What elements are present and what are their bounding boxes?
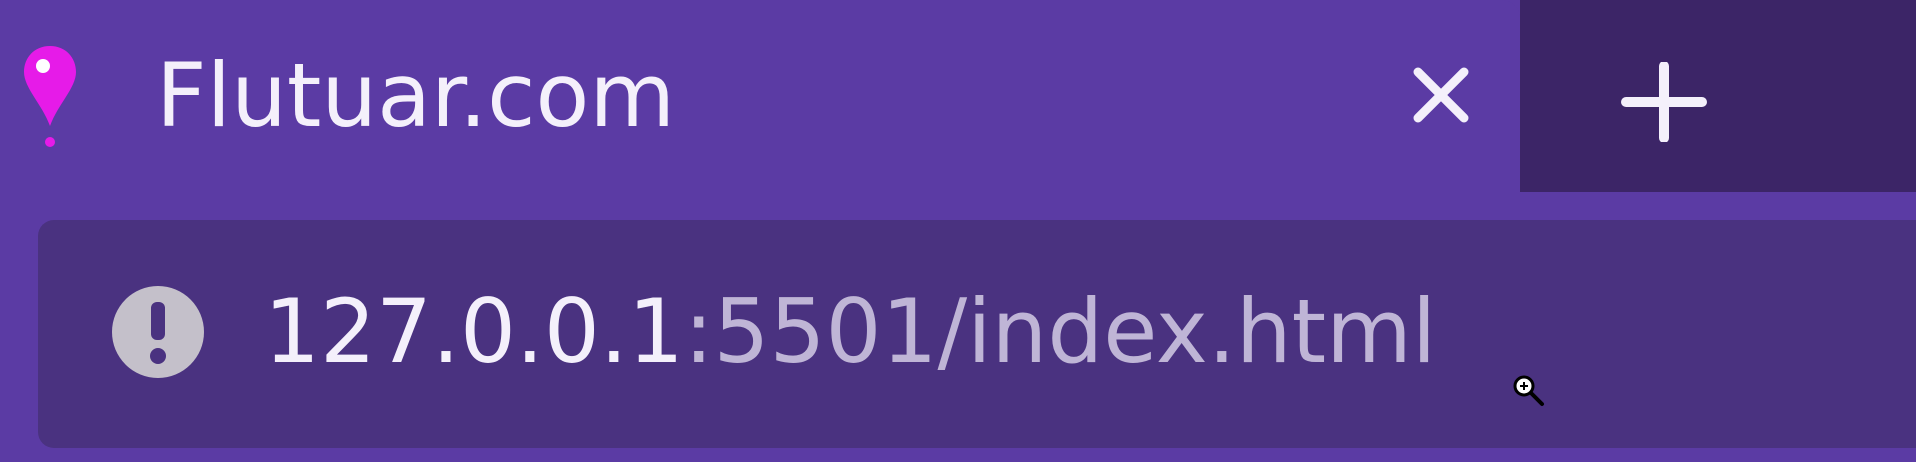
tab-strip: Flutuar.com [0, 0, 1916, 192]
browser-window: Flutuar.com 127.0.0.1:5501/index.html [0, 0, 1916, 462]
tab-active[interactable]: Flutuar.com [0, 0, 1520, 192]
map-pin-icon [24, 46, 76, 147]
tab-strip-empty-area[interactable] [1520, 0, 1916, 192]
url-path: :5501/index.html [683, 280, 1437, 383]
tab-title: Flutuar.com [156, 44, 676, 147]
plus-icon[interactable] [1620, 62, 1708, 142]
close-icon[interactable] [1408, 62, 1474, 128]
address-bar[interactable]: 127.0.0.1:5501/index.html [38, 220, 1916, 448]
warning-icon[interactable] [110, 284, 206, 380]
zoom-in-cursor-icon [1513, 375, 1544, 406]
url-host: 127.0.0.1 [264, 280, 684, 383]
url-text[interactable]: 127.0.0.1:5501/index.html [264, 272, 1436, 392]
